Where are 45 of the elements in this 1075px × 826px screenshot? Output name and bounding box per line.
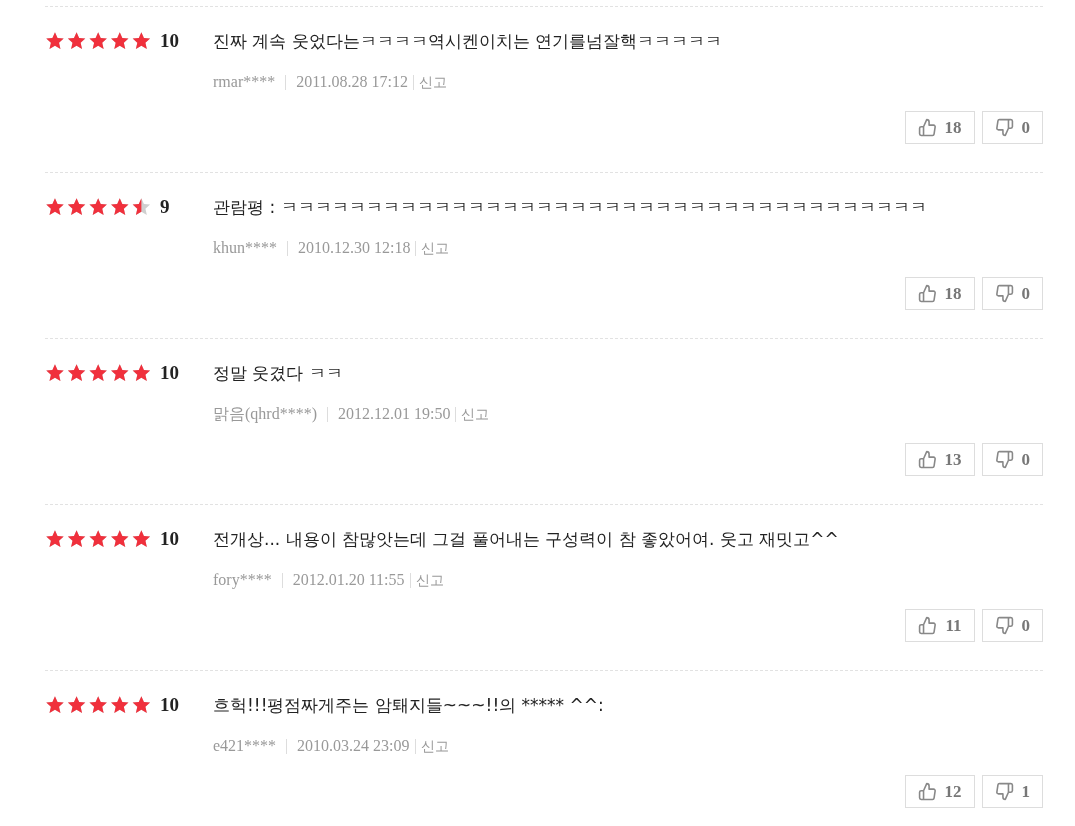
thumbs-down-icon xyxy=(994,450,1014,469)
score: 10 xyxy=(160,360,179,385)
thumbs-up-icon xyxy=(917,284,937,303)
thumbs-up-icon xyxy=(917,450,937,469)
author-name: 맑음(qhrd****) xyxy=(213,404,317,425)
thumbs-down-icon xyxy=(994,118,1014,137)
report-link[interactable]: 신고 xyxy=(415,569,444,591)
score: 10 xyxy=(160,526,179,551)
like-button[interactable]: 11 xyxy=(905,609,975,642)
report-link[interactable]: 신고 xyxy=(461,403,490,425)
author-name: khun**** xyxy=(213,238,277,258)
thumbs-down-icon xyxy=(994,284,1014,303)
review-date: 2010.03.24 23:09 xyxy=(297,736,410,756)
report-link[interactable]: 신고 xyxy=(420,735,449,757)
report-link[interactable]: 신고 xyxy=(419,71,448,93)
review-date: 2010.12.30 12:18 xyxy=(298,238,411,258)
dislike-button[interactable]: 0 xyxy=(981,111,1043,144)
score: 9 xyxy=(160,194,170,219)
dislike-button[interactable]: 1 xyxy=(981,775,1043,808)
dislike-button[interactable]: 0 xyxy=(981,609,1043,642)
author-name: rmar**** xyxy=(213,72,276,92)
review-date: 2011.08.28 17:12 xyxy=(296,72,409,92)
dislike-button[interactable]: 0 xyxy=(981,277,1043,310)
review-text: 흐헉!!!평점짜게주는 암퇘지들~~~!!의 ***** ^^: xyxy=(213,694,605,717)
thumbs-down-icon xyxy=(994,616,1014,635)
like-button[interactable]: 13 xyxy=(904,443,975,476)
like-button[interactable]: 18 xyxy=(904,277,975,310)
review-text: 관람평 : ㅋㅋㅋㅋㅋㅋㅋㅋㅋㅋㅋㅋㅋㅋㅋㅋㅋㅋㅋㅋㅋㅋㅋㅋㅋㅋㅋㅋㅋㅋㅋㅋㅋㅋㅋㅋㅋㅋ xyxy=(213,196,928,219)
like-button[interactable]: 12 xyxy=(904,775,975,808)
author-name: e421**** xyxy=(213,736,277,756)
score: 10 xyxy=(160,692,179,717)
review-text: 전개상... 내용이 참많앗는데 그걸 풀어내는 구성력이 참 좋았어여. 웃고 재밋고^^ xyxy=(213,528,840,551)
review-text: 정말 웃겼다 ㅋㅋ xyxy=(213,362,344,385)
like-button[interactable]: 18 xyxy=(904,111,975,144)
review-date: 2012.12.01 19:50 xyxy=(338,404,451,424)
thumbs-down-icon xyxy=(994,782,1014,801)
thumbs-up-icon xyxy=(917,782,937,801)
thumbs-up-icon xyxy=(917,118,937,137)
thumbs-up-icon xyxy=(918,616,938,635)
score: 10 xyxy=(160,28,179,53)
dislike-button[interactable]: 0 xyxy=(981,443,1043,476)
author-name: fory**** xyxy=(213,570,272,591)
report-link[interactable]: 신고 xyxy=(421,237,450,259)
review-date: 2012.01.20 11:55 xyxy=(292,570,405,590)
review-text: 진짜 계속 웃었다는ㅋㅋㅋㅋ역시켄이치는 연기를넘잘핵ㅋㅋㅋㅋㅋ xyxy=(213,30,724,53)
